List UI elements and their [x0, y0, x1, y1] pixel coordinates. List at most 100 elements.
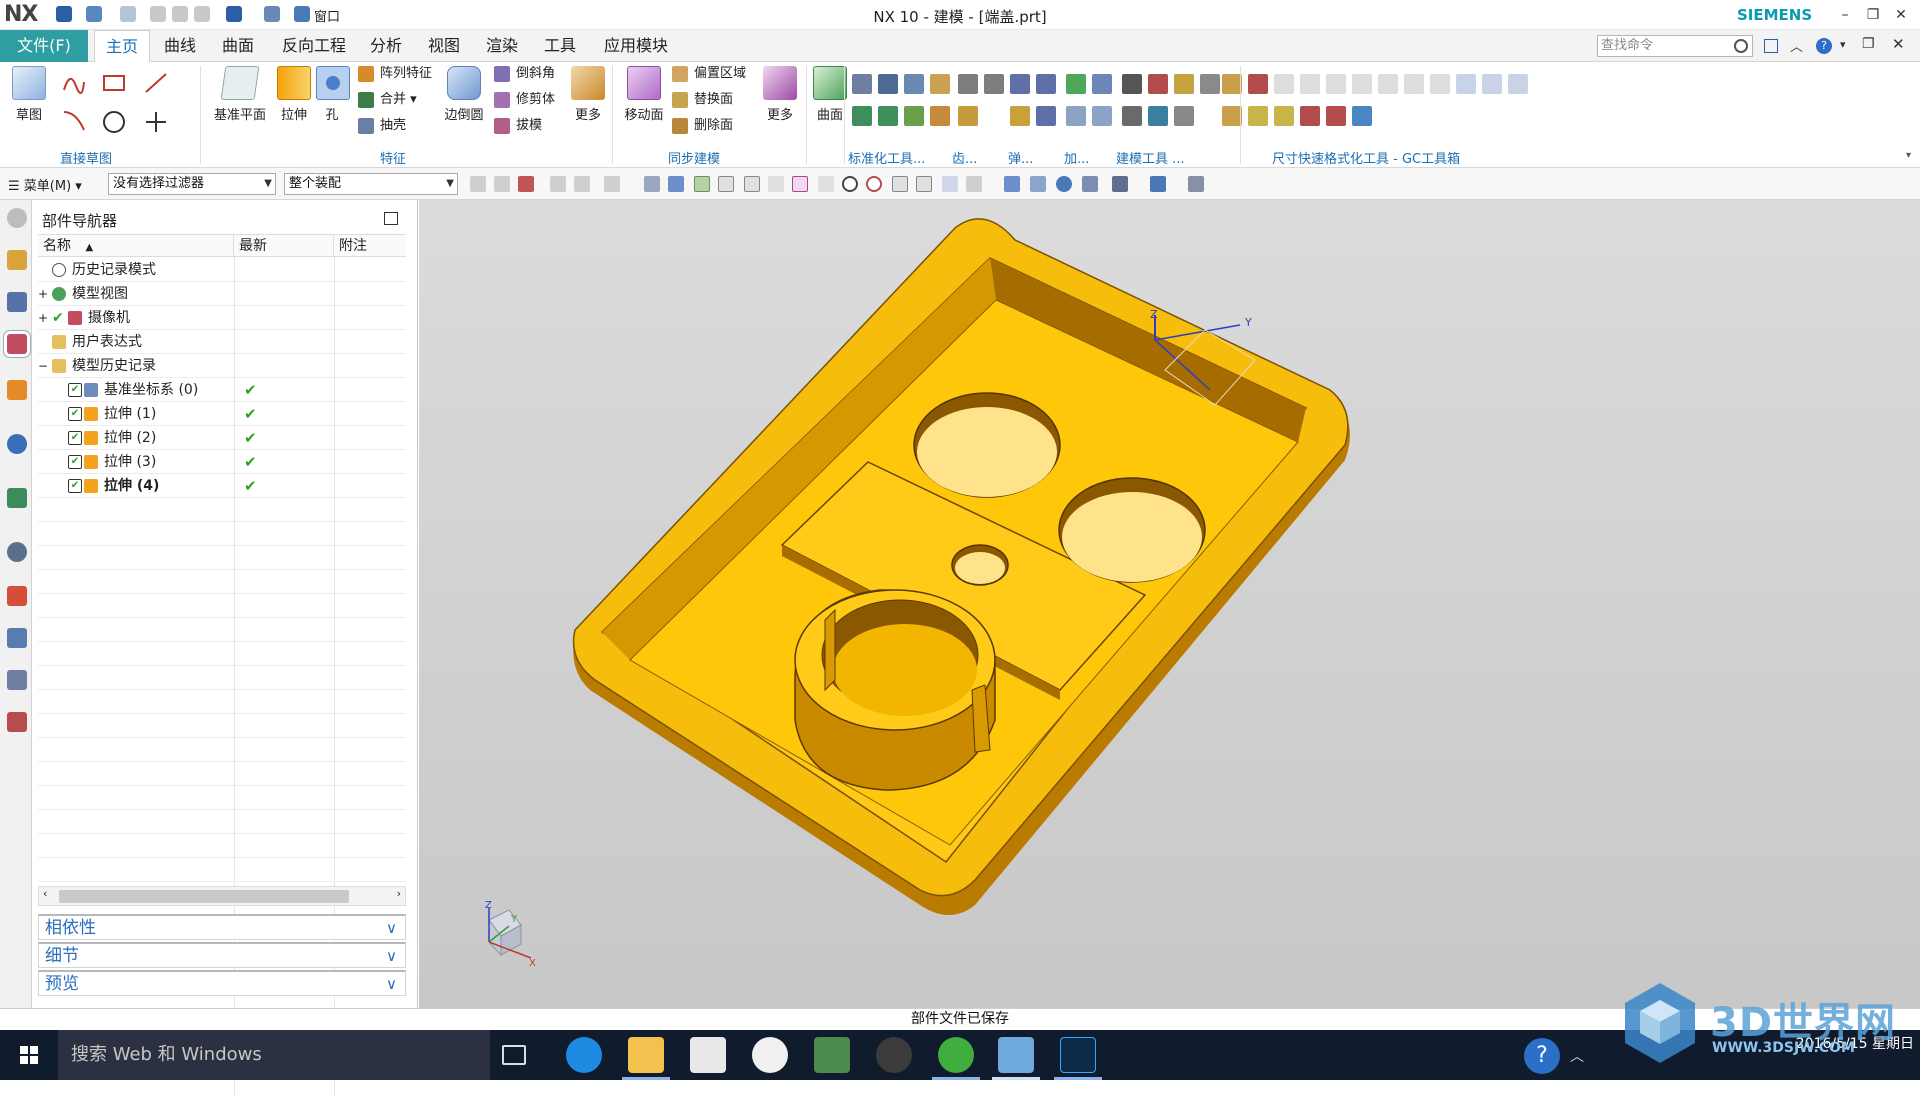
dimension-tool-icon-2[interactable] — [1274, 74, 1294, 94]
std-tool-icon-2[interactable] — [878, 74, 898, 94]
gear-tool-icon-1[interactable] — [958, 74, 978, 94]
select-features-icon[interactable] — [518, 176, 534, 192]
tab-view[interactable]: 视图 — [420, 30, 468, 62]
render-style-icon[interactable] — [1112, 176, 1128, 192]
maximize-navigator-icon[interactable] — [384, 212, 398, 225]
tab-render[interactable]: 渲染 — [478, 30, 526, 62]
tab-reverse-engineering[interactable]: 反向工程 — [274, 30, 354, 62]
tab-tools[interactable]: 工具 — [536, 30, 584, 62]
tree-row-model-history[interactable]: − 模型历史记录 — [38, 354, 406, 378]
help-icon[interactable]: ? — [1816, 38, 1832, 54]
tab-curve[interactable]: 曲线 — [156, 30, 204, 62]
sketch-button[interactable]: 草图 — [8, 66, 50, 123]
std-tool-icon-3[interactable] — [904, 74, 924, 94]
type-filter-select[interactable]: 没有选择过滤器 ▼ — [108, 173, 276, 195]
help-dropdown-icon[interactable]: ▾ — [1840, 38, 1846, 51]
tab-analysis[interactable]: 分析 — [362, 30, 410, 62]
snap-face-icon[interactable] — [942, 176, 958, 192]
help-tray-icon[interactable]: ? — [1524, 1038, 1560, 1074]
column-latest[interactable]: 最新 — [234, 235, 334, 257]
tree-row-extrude-1[interactable]: ✔ 拉伸 (1) ✔ — [38, 402, 406, 426]
snap-icon-2[interactable] — [668, 176, 684, 192]
sync-more-button[interactable]: 更多 — [760, 66, 800, 123]
machining-tool-icon-1[interactable] — [1066, 74, 1086, 94]
taskbar-search-box[interactable]: 搜索 Web 和 Windows — [58, 1030, 490, 1080]
show-hidden-icons[interactable]: ︿ — [1570, 1046, 1584, 1066]
snap-point-icon[interactable] — [892, 176, 908, 192]
minimize-button[interactable]: – — [1830, 4, 1860, 26]
snap-onpoint-icon[interactable] — [916, 176, 932, 192]
view-orient-icon[interactable] — [1082, 176, 1098, 192]
web-browser-icon[interactable] — [7, 488, 27, 508]
tree-row-extrude-3[interactable]: ✔ 拉伸 (3) ✔ — [38, 450, 406, 474]
scroll-thumb[interactable] — [59, 890, 349, 903]
show-hide-icon[interactable] — [1188, 176, 1204, 192]
part-model[interactable]: Z Y — [419, 200, 1920, 1008]
machining-tool-icon-3[interactable] — [1066, 106, 1086, 126]
modeling-tool-icon-2[interactable] — [1148, 74, 1168, 94]
std-tool-icon-1[interactable] — [852, 74, 872, 94]
graphics-window[interactable]: Z Y Z Y X — [419, 200, 1920, 1008]
offset-region-button[interactable]: 偏置区域 — [672, 64, 746, 84]
dimension-tool-icon-9[interactable] — [1456, 74, 1476, 94]
modeling-tool-icon-8[interactable] — [1222, 74, 1242, 94]
filter-reset-icon[interactable] — [470, 176, 486, 192]
snap-endpoint-icon[interactable] — [694, 176, 710, 192]
file-explorer-icon[interactable] — [628, 1037, 664, 1073]
selection-scope-select[interactable]: 整个装配 ▼ — [284, 173, 458, 195]
edge-browser-icon[interactable] — [566, 1037, 602, 1073]
snap-midpoint-icon[interactable] — [718, 176, 734, 192]
spring-tool-icon-1[interactable] — [1010, 74, 1030, 94]
snap-curve-icon[interactable] — [768, 176, 784, 192]
assembly-navigator-icon[interactable] — [7, 250, 27, 270]
std-tool-icon-4[interactable] — [930, 74, 950, 94]
view-fit-icon[interactable] — [1004, 176, 1020, 192]
tree-row-user-expressions[interactable]: 用户表达式 — [38, 330, 406, 354]
feature-more-button[interactable]: 更多 — [568, 66, 608, 123]
gear-tool-icon-3[interactable] — [958, 106, 978, 126]
tree-row-datum-csys[interactable]: ✔ 基准坐标系 (0) ✔ — [38, 378, 406, 402]
select-bodies-icon[interactable] — [550, 176, 566, 192]
manufacturing-wizard-icon[interactable] — [7, 670, 27, 690]
doc-restore-button[interactable]: ❐ — [1862, 36, 1875, 52]
replace-face-button[interactable]: 替换面 — [672, 90, 733, 110]
dimension-tool-icon-8[interactable] — [1430, 74, 1450, 94]
settings-gear-icon[interactable] — [7, 208, 27, 228]
store-icon[interactable] — [690, 1037, 726, 1073]
draft-button[interactable]: 拔模 — [494, 116, 542, 136]
select-box-icon[interactable] — [604, 176, 620, 192]
part-navigator-icon[interactable] — [7, 334, 27, 354]
tree-row-cameras[interactable]: + ✔ 摄像机 — [38, 306, 406, 330]
dimension-tool-icon-3[interactable] — [1300, 74, 1320, 94]
preview-panel[interactable]: 预览 ∨ — [38, 970, 406, 996]
extrude-button[interactable]: 拉伸 — [274, 66, 314, 123]
modeling-tool-icon-1[interactable] — [1122, 74, 1142, 94]
snap-center-icon[interactable] — [842, 176, 858, 192]
ribbon-options-icon[interactable] — [1764, 39, 1778, 53]
tab-home[interactable]: 主页 — [94, 30, 150, 63]
tab-surface[interactable]: 曲面 — [214, 30, 262, 62]
view-zoom-icon[interactable] — [1030, 176, 1046, 192]
spring-tool-icon-3[interactable] — [1010, 106, 1030, 126]
general-filter-icon[interactable] — [494, 176, 510, 192]
shell-button[interactable]: 抽壳 — [358, 116, 406, 136]
dependencies-panel[interactable]: 相依性 ∨ — [38, 914, 406, 940]
restore-button[interactable]: ❐ — [1858, 4, 1888, 26]
modeling-tool-icon-6[interactable] — [1148, 106, 1168, 126]
dimension-tool-icon-5[interactable] — [1352, 74, 1372, 94]
tree-row-extrude-4[interactable]: ✔ 拉伸 (4) ✔ — [38, 474, 406, 498]
dimension-tool-icon-7[interactable] — [1404, 74, 1424, 94]
std-tool-icon-5[interactable] — [852, 106, 872, 126]
modeling-tool-icon-5[interactable] — [1122, 106, 1142, 126]
nx-taskbar-icon[interactable] — [998, 1037, 1034, 1073]
work-layer-icon[interactable] — [1150, 176, 1166, 192]
dimension-tool-icon-12[interactable] — [1248, 106, 1268, 126]
dimension-tool-icon-13[interactable] — [1274, 106, 1294, 126]
std-tool-icon-8[interactable] — [930, 106, 950, 126]
constraint-navigator-icon[interactable] — [7, 292, 27, 312]
search-icon[interactable] — [1734, 39, 1748, 53]
modeling-tool-icon-3[interactable] — [1174, 74, 1194, 94]
navigator-horizontal-scrollbar[interactable]: ‹ › — [38, 886, 406, 906]
snap-perp-icon[interactable] — [818, 176, 834, 192]
snap-line-icon[interactable] — [744, 176, 760, 192]
